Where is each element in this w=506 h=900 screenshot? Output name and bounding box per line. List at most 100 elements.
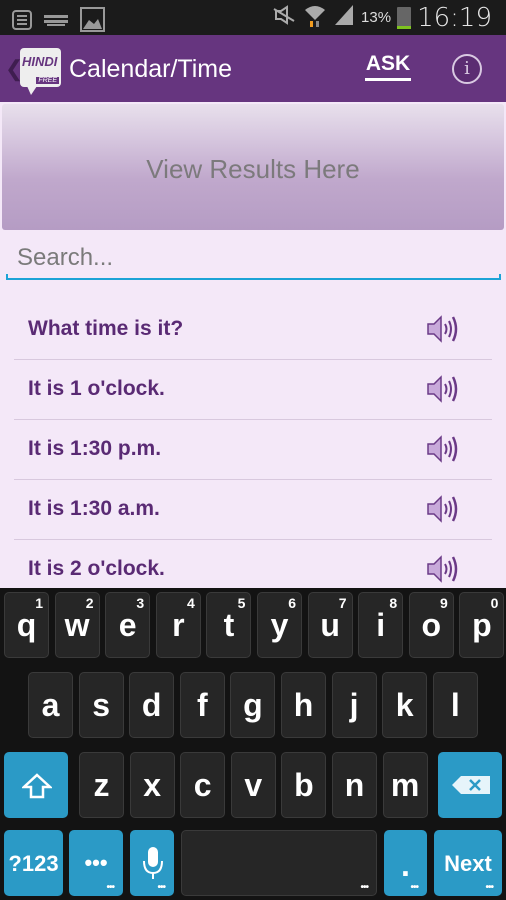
soft-keyboard: ?123 ••• ••• ••• ••• . ••• Next ••• q1w2…: [0, 588, 506, 900]
key-w[interactable]: w2: [54, 592, 100, 658]
key-i[interactable]: i8: [358, 592, 404, 658]
list-item[interactable]: It is 1:30 a.m.: [14, 480, 492, 540]
app-logo[interactable]: HINDI FREE: [20, 48, 61, 95]
more-key[interactable]: ••• •••: [69, 830, 123, 896]
key-label: f: [196, 687, 208, 723]
key-label: n: [344, 767, 365, 803]
key-s[interactable]: s: [78, 672, 124, 738]
list-item[interactable]: What time is it?: [14, 300, 492, 360]
more-indicator: •••: [360, 882, 368, 893]
key-label: c: [193, 767, 212, 803]
key-q[interactable]: q1: [4, 592, 49, 658]
speaker-icon[interactable]: [426, 374, 462, 404]
key-hint: 2: [85, 595, 94, 611]
symbols-key[interactable]: ?123: [4, 830, 63, 896]
key-o[interactable]: o9: [408, 592, 454, 658]
clock: 16:19: [417, 2, 492, 33]
period-key[interactable]: . •••: [384, 830, 427, 896]
key-h[interactable]: h: [281, 672, 326, 738]
phrase-text: It is 1:30 p.m.: [28, 437, 162, 460]
microphone-icon: [143, 847, 163, 879]
next-key[interactable]: Next •••: [434, 830, 502, 896]
voice-input-key[interactable]: •••: [130, 830, 174, 896]
search-underline: [6, 274, 501, 280]
shift-key[interactable]: [4, 752, 68, 818]
key-g[interactable]: g: [230, 672, 276, 738]
key-m[interactable]: m: [382, 752, 428, 818]
key-label: y: [270, 607, 289, 643]
info-icon[interactable]: i: [452, 54, 482, 84]
ask-button[interactable]: ASK: [365, 52, 411, 81]
battery-icon: [397, 6, 412, 29]
key-j[interactable]: j: [331, 672, 377, 738]
key-b[interactable]: b: [281, 752, 327, 818]
key-label: p: [472, 607, 492, 643]
key-label: s: [92, 687, 110, 723]
key-label: e: [118, 607, 137, 643]
key-label: r: [172, 607, 185, 643]
space-key[interactable]: •••: [181, 830, 377, 896]
key-x[interactable]: x: [129, 752, 175, 818]
key-hint: 9: [440, 595, 448, 611]
key-f[interactable]: f: [179, 672, 225, 738]
more-indicator: •••: [106, 882, 114, 893]
key-label: t: [223, 607, 235, 643]
symbols-key-label: ?123: [8, 851, 59, 876]
key-k[interactable]: k: [382, 672, 428, 738]
phrase-text: What time is it?: [28, 317, 184, 340]
key-label: g: [243, 687, 263, 723]
phrase-text: It is 1:30 a.m.: [28, 497, 160, 520]
key-label: w: [64, 607, 90, 643]
key-hint: 3: [136, 595, 145, 611]
key-a[interactable]: a: [28, 672, 73, 738]
keyboard-icon: [44, 13, 68, 32]
list-item[interactable]: It is 1:30 p.m.: [14, 420, 492, 480]
more-key-label: •••: [84, 850, 108, 875]
key-l[interactable]: l: [432, 672, 478, 738]
key-label: x: [143, 767, 161, 803]
search-input[interactable]: [6, 238, 501, 278]
notes-icon: [12, 9, 32, 35]
speaker-icon[interactable]: [426, 554, 462, 584]
key-label: o: [421, 607, 442, 643]
key-u[interactable]: u7: [307, 592, 353, 658]
image-icon: [80, 7, 105, 37]
search-field[interactable]: [6, 238, 501, 280]
battery-percent: 13%: [361, 9, 392, 26]
key-d[interactable]: d: [129, 672, 175, 738]
key-label: k: [395, 687, 414, 723]
key-t[interactable]: t5: [206, 592, 252, 658]
signal-icon: [333, 4, 355, 31]
key-label: h: [293, 687, 314, 723]
key-r[interactable]: r4: [155, 592, 201, 658]
key-label: m: [390, 767, 420, 803]
speaker-icon[interactable]: [426, 494, 462, 524]
key-e[interactable]: e3: [105, 592, 151, 658]
key-n[interactable]: n: [332, 752, 377, 818]
speaker-icon[interactable]: [426, 434, 462, 464]
list-item[interactable]: It is 2 o'clock.: [14, 540, 492, 588]
key-p[interactable]: p0: [459, 592, 505, 658]
key-c[interactable]: c: [180, 752, 226, 818]
key-label: l: [450, 687, 460, 723]
shift-icon: [22, 773, 52, 799]
key-label: i: [376, 607, 386, 643]
key-hint: 7: [338, 595, 347, 611]
key-v[interactable]: v: [230, 752, 276, 818]
logo-badge: FREE: [36, 77, 59, 84]
key-label: b: [294, 767, 314, 803]
key-label: z: [93, 767, 110, 803]
logo-text: HINDI: [22, 54, 58, 69]
wifi-icon: [303, 2, 327, 33]
key-y[interactable]: y6: [257, 592, 302, 658]
key-label: v: [244, 767, 263, 803]
speech-bubble-tail: [27, 86, 37, 95]
key-hint: 5: [237, 595, 246, 611]
results-placeholder: View Results Here: [146, 154, 360, 184]
speaker-icon[interactable]: [426, 314, 462, 344]
action-bar: ❮ HINDI FREE Calendar/Time ASK i: [0, 35, 506, 102]
phrase-list: What time is it? It is 1 o'clock. It is …: [14, 300, 492, 588]
backspace-key[interactable]: [438, 752, 502, 818]
key-z[interactable]: z: [79, 752, 124, 818]
list-item[interactable]: It is 1 o'clock.: [14, 360, 492, 420]
